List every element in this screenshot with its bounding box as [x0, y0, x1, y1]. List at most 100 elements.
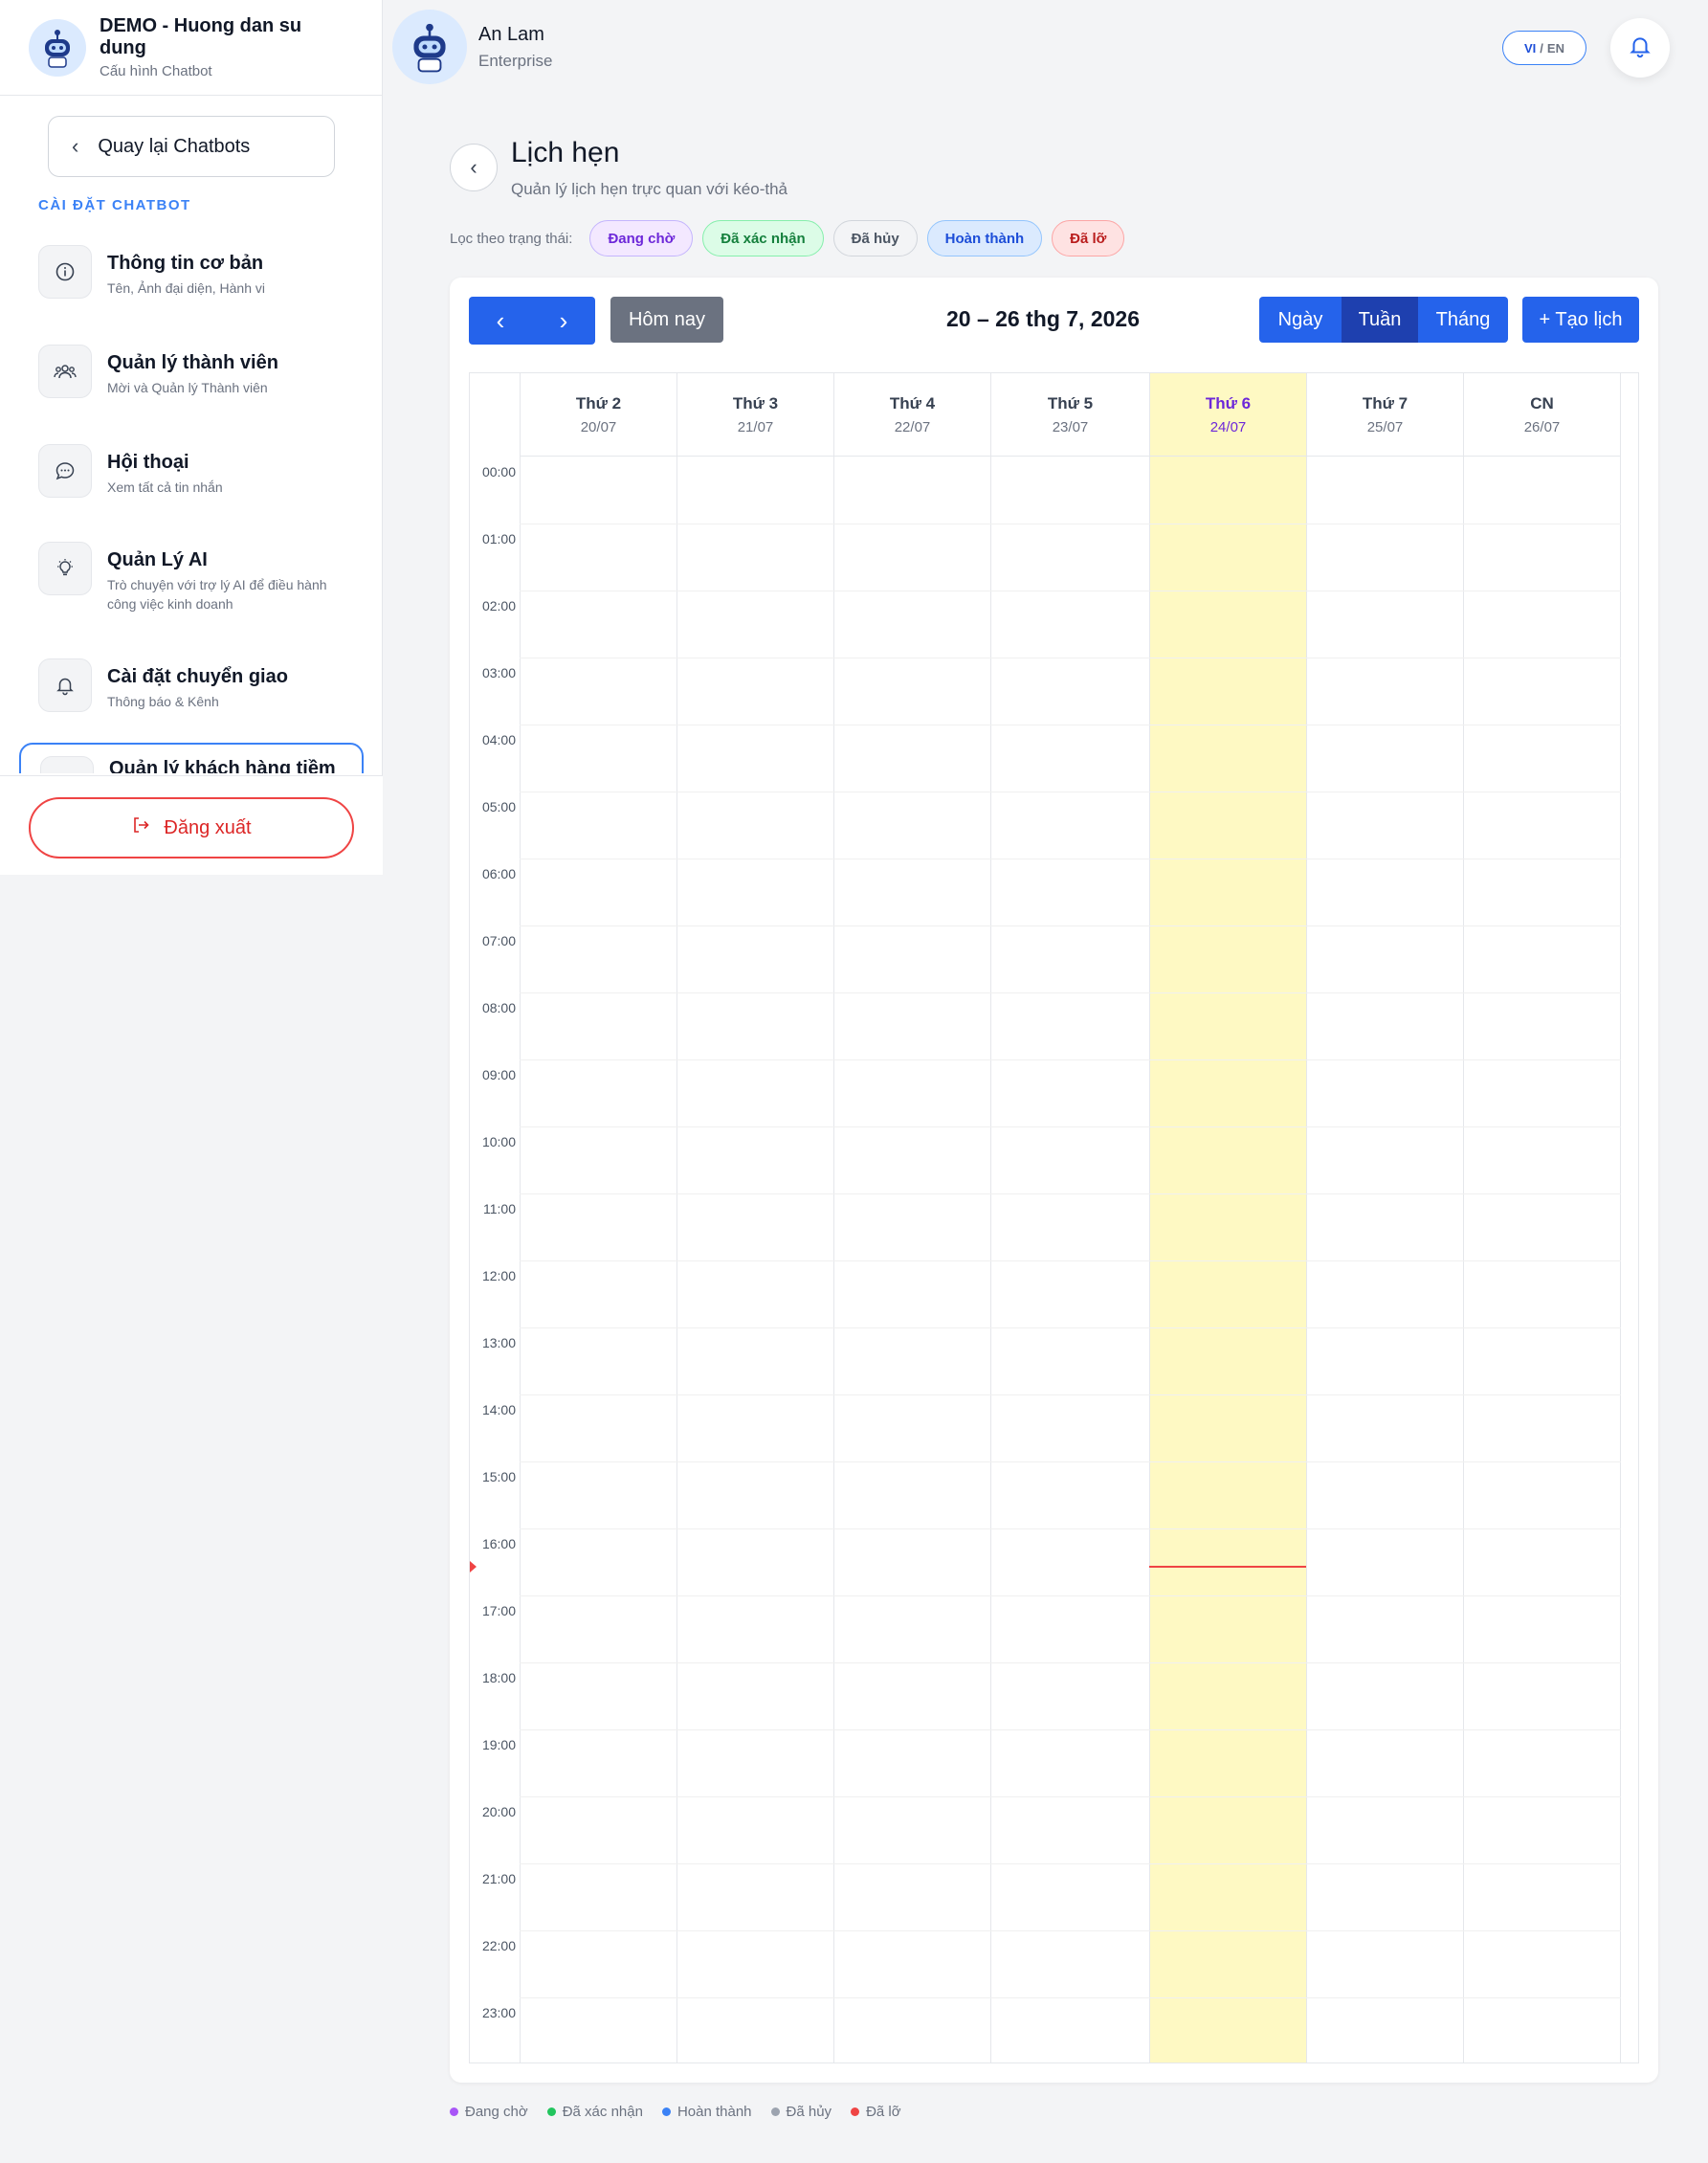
day-date: 21/07 — [737, 419, 774, 435]
view-day-button[interactable]: Ngày — [1259, 297, 1342, 343]
day-column-today[interactable] — [1149, 457, 1306, 2063]
section-label: CÀI ĐẶT CHATBOT — [38, 197, 191, 213]
notifications-button[interactable] — [1610, 18, 1670, 78]
user-avatar — [392, 10, 467, 84]
hour-gridline — [520, 1461, 1621, 1462]
day-date: 22/07 — [894, 419, 931, 435]
sidebar-item-leads[interactable]: Quản lý khách hàng tiềm — [19, 743, 364, 773]
language-toggle[interactable]: VI / EN — [1502, 31, 1586, 65]
day-header[interactable]: Thứ 4 22/07 — [833, 373, 990, 457]
legend-label: Hoàn thành — [677, 2104, 752, 2120]
page-back-button[interactable]: ‹ — [450, 144, 498, 191]
lang-separator: / — [1540, 40, 1543, 56]
sidebar-item-subtitle: Mời và Quản lý Thành viên — [107, 380, 268, 395]
time-label: 03:00 — [481, 665, 516, 680]
sidebar: DEMO - Huong dan su dung Cấu hình Chatbo… — [0, 0, 383, 875]
legend-dot — [661, 2107, 671, 2116]
filter-chip-missed[interactable]: Đã lỡ — [1052, 220, 1125, 256]
hour-gridline — [520, 1997, 1621, 1998]
hour-gridline — [520, 992, 1621, 993]
day-date: 20/07 — [580, 419, 617, 435]
day-column[interactable] — [1463, 457, 1621, 2063]
sidebar-item-basic-info[interactable]: Thông tin cơ bản Tên, Ảnh đại diện, Hành… — [19, 245, 364, 299]
day-header-today[interactable]: Thứ 6 24/07 — [1149, 373, 1306, 457]
bot-avatar-icon — [29, 18, 86, 77]
filter-chip-cancelled[interactable]: Đã hủy — [832, 220, 918, 256]
next-week-button[interactable]: › — [532, 297, 595, 345]
legend-dot — [770, 2107, 780, 2116]
legend-label: Đã lỡ — [866, 2104, 901, 2120]
hour-gridline — [520, 1528, 1621, 1529]
day-column[interactable] — [677, 457, 833, 2063]
sidebar-item-title: Quản lý thành viên — [107, 352, 278, 373]
day-column[interactable] — [833, 457, 990, 2063]
sidebar-item-conversations[interactable]: Hội thoại Xem tất cả tin nhắn — [19, 444, 364, 498]
time-label: 15:00 — [481, 1469, 516, 1484]
sidebar-item-handover[interactable]: Cài đặt chuyển giao Thông báo & Kênh — [19, 658, 364, 712]
lang-vi[interactable]: VI — [1524, 41, 1536, 56]
filter-chip-pending[interactable]: Đang chờ — [589, 220, 694, 256]
day-name: Thứ 6 — [1205, 394, 1252, 413]
time-label: 16:00 — [481, 1536, 516, 1551]
lang-en[interactable]: EN — [1547, 41, 1564, 56]
time-label: 19:00 — [481, 1737, 516, 1752]
time-label: 14:00 — [481, 1402, 516, 1417]
hour-gridline — [520, 1059, 1621, 1060]
day-header[interactable]: Thứ 5 23/07 — [990, 373, 1149, 457]
day-date: 26/07 — [1523, 419, 1561, 435]
bot-subtitle: Cấu hình Chatbot — [100, 63, 212, 79]
sidebar-item-title: Hội thoại — [107, 452, 189, 473]
hour-gridline — [520, 1796, 1621, 1797]
back-to-chatbots-button[interactable]: ‹ Quay lại Chatbots — [48, 116, 335, 177]
hour-gridline — [520, 925, 1621, 926]
day-header[interactable]: Thứ 2 20/07 — [520, 373, 677, 457]
chat-icon — [38, 444, 92, 498]
filter-chip-confirmed[interactable]: Đã xác nhận — [702, 220, 824, 256]
lightbulb-icon — [38, 542, 92, 595]
hour-gridline — [520, 1595, 1621, 1596]
prev-week-button[interactable]: ‹ — [469, 297, 532, 345]
legend-item: Đang chờ — [450, 2104, 528, 2120]
sidebar-item-ai-manager[interactable]: Quản Lý AI Trò chuyện với trợ lý AI để đ… — [19, 542, 364, 613]
view-switcher: Ngày Tuần Tháng — [1259, 297, 1508, 343]
create-appointment-button[interactable]: + Tạo lịch — [1522, 297, 1639, 343]
page-title: Lịch hẹn — [511, 137, 620, 168]
day-column[interactable] — [520, 457, 677, 2063]
filter-chip-completed[interactable]: Hoàn thành — [926, 220, 1043, 256]
chevron-left-icon: ‹ — [470, 155, 477, 179]
chevron-left-icon: ‹ — [496, 305, 505, 335]
logout-icon — [131, 815, 150, 840]
legend-label: Đã hủy — [786, 2104, 832, 2120]
day-header[interactable]: CN 26/07 — [1463, 373, 1621, 457]
view-month-button[interactable]: Tháng — [1418, 297, 1508, 343]
day-column[interactable] — [1306, 457, 1463, 2063]
calendar-card: ‹ › Hôm nay 20 – 26 thg 7, 2026 Ngày Tuầ… — [450, 278, 1658, 2083]
logout-area: Đăng xuất — [0, 775, 383, 875]
sidebar-item-members[interactable]: Quản lý thành viên Mời và Quản lý Thành … — [19, 345, 364, 398]
view-week-button[interactable]: Tuần — [1342, 297, 1418, 343]
time-label: 22:00 — [481, 1938, 516, 1953]
today-button[interactable]: Hôm nay — [610, 297, 723, 343]
day-header[interactable]: Thứ 3 21/07 — [677, 373, 833, 457]
time-label: 12:00 — [481, 1268, 516, 1283]
bell-icon — [38, 658, 92, 712]
logout-button[interactable]: Đăng xuất — [29, 797, 354, 859]
time-label: 09:00 — [481, 1067, 516, 1082]
day-header[interactable]: Thứ 7 25/07 — [1306, 373, 1463, 457]
day-name: Thứ 3 — [732, 394, 779, 413]
day-name: CN — [1530, 394, 1554, 413]
sidebar-menu: Thông tin cơ bản Tên, Ảnh đại diện, Hành… — [19, 226, 364, 773]
user-profile[interactable]: An Lam Enterprise — [392, 10, 552, 84]
bell-icon — [1628, 33, 1653, 63]
legend-item: Đã hủy — [770, 2104, 832, 2120]
chevron-left-icon: ‹ — [72, 134, 79, 158]
day-column[interactable] — [990, 457, 1149, 2063]
day-date: 23/07 — [1052, 419, 1089, 435]
time-label: 02:00 — [481, 598, 516, 613]
legend-dot — [851, 2107, 860, 2116]
date-range-title: 20 – 26 thg 7, 2026 — [945, 306, 1140, 331]
status-legend: Đang chờ Đã xác nhận Hoàn thành Đã hủy Đ… — [450, 2104, 921, 2120]
time-label: 07:00 — [481, 933, 516, 948]
chevron-right-icon: › — [559, 305, 568, 335]
calendar-nav: ‹ › — [469, 297, 595, 345]
